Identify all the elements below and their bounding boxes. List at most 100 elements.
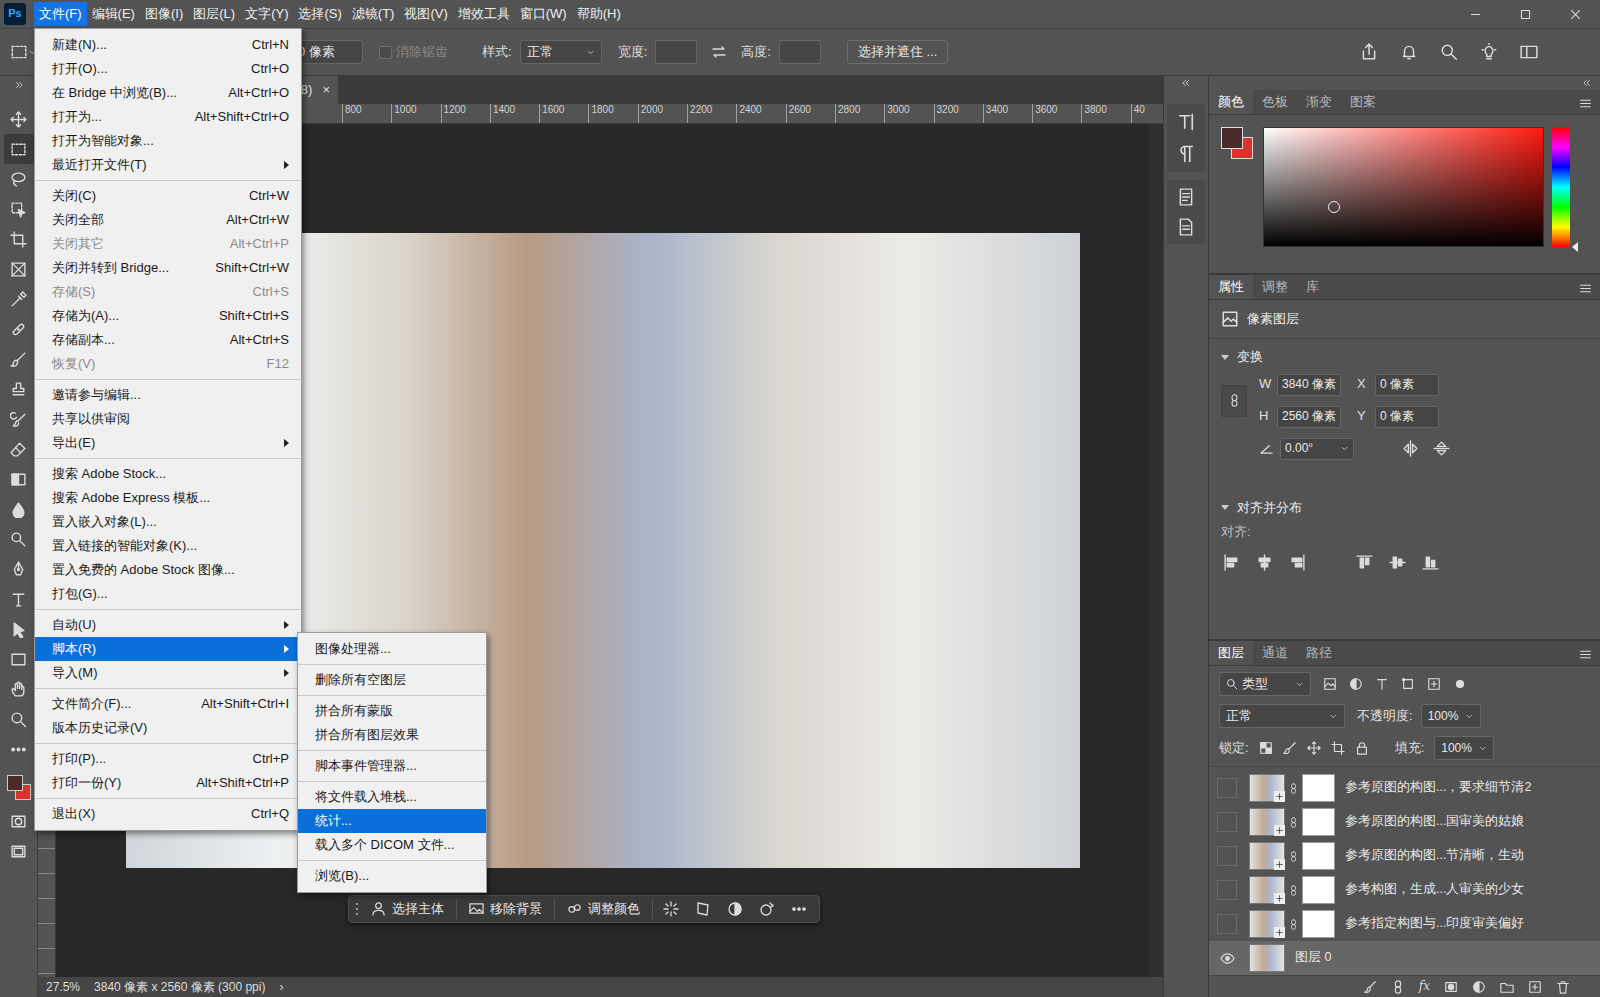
menu-entry[interactable]: 统计... xyxy=(298,809,486,833)
flip-horizontal-icon[interactable] xyxy=(1402,440,1419,457)
tool-button[interactable] xyxy=(4,284,34,314)
dimension-field[interactable]: 0 像素 xyxy=(1375,374,1439,396)
opacity-field[interactable]: 100% xyxy=(1421,704,1481,728)
dimension-field[interactable]: 3840 像素 xyxy=(1277,374,1341,396)
screen-mode-button[interactable] xyxy=(4,836,34,866)
transform-icon[interactable] xyxy=(689,901,717,917)
layer-row[interactable]: 图层 0 xyxy=(1209,941,1600,975)
hue-slider[interactable] xyxy=(1552,127,1570,247)
visibility-toggle[interactable] xyxy=(1217,846,1237,866)
layer-name[interactable]: 图层 0 xyxy=(1295,950,1331,966)
lock-position-icon[interactable] xyxy=(1307,741,1321,755)
menu-title[interactable]: 编辑(E) xyxy=(87,2,140,26)
menu-title[interactable]: 帮助(H) xyxy=(572,2,626,26)
tool-button[interactable] xyxy=(4,674,34,704)
tool-button[interactable] xyxy=(4,584,34,614)
visibility-toggle[interactable] xyxy=(1217,880,1237,900)
layer-mask-thumbnail[interactable] xyxy=(1302,842,1335,870)
visibility-toggle[interactable] xyxy=(1217,812,1237,832)
menu-entry[interactable]: 关闭并转到 Bridge...Shift+Ctrl+W xyxy=(35,256,301,280)
panel-tab[interactable]: 颜色 xyxy=(1209,90,1253,114)
layer-name[interactable]: 参考原图的构图...国审美的姑娘 xyxy=(1345,814,1524,830)
align-header[interactable]: 对齐并分布 xyxy=(1209,460,1600,524)
panel-tab[interactable]: 色板 xyxy=(1253,90,1297,114)
panel-tab[interactable]: 库 xyxy=(1297,275,1328,299)
link-layers-icon[interactable] xyxy=(1391,980,1405,994)
tool-button[interactable] xyxy=(4,494,34,524)
select-mask-button[interactable]: 选择并遮住 ... xyxy=(847,40,948,64)
menu-title[interactable]: 滤镜(T) xyxy=(347,2,400,26)
menu-entry[interactable]: 脚本事件管理器... xyxy=(298,754,486,778)
lock-pixels-icon[interactable] xyxy=(1283,741,1297,755)
menu-title[interactable]: 视图(V) xyxy=(399,2,452,26)
panel-tab[interactable]: 属性 xyxy=(1209,275,1253,299)
menu-entry[interactable]: 置入免费的 Adobe Stock 图像... xyxy=(35,558,301,582)
menu-entry[interactable]: 文件简介(F)...Alt+Shift+Ctrl+I xyxy=(35,692,301,716)
search-icon[interactable] xyxy=(1440,43,1458,61)
color-field[interactable] xyxy=(1263,127,1544,247)
menu-entry[interactable]: 自动(U) xyxy=(35,613,301,637)
color-swatches[interactable] xyxy=(1221,127,1255,161)
tool-button[interactable] xyxy=(4,734,34,764)
menu-entry[interactable]: 浏览(B)... xyxy=(298,864,486,888)
menu-entry[interactable]: 存储为(A)...Shift+Ctrl+S xyxy=(35,304,301,328)
foreground-swatch[interactable] xyxy=(7,775,23,791)
menu-entry[interactable]: 导出(E) xyxy=(35,431,301,455)
filter-toggle-icon[interactable] xyxy=(1453,677,1467,691)
layer-name[interactable]: 参考原图的构图...节清晰，生动 xyxy=(1345,848,1524,864)
tool-button[interactable] xyxy=(4,344,34,374)
foreground-color[interactable] xyxy=(1221,127,1243,149)
tool-button[interactable] xyxy=(4,374,34,404)
tool-button[interactable] xyxy=(4,224,34,254)
menu-entry[interactable]: 最近打开文件(T) xyxy=(35,153,301,177)
contrast-icon[interactable] xyxy=(721,901,749,917)
bell-icon[interactable] xyxy=(1400,43,1418,61)
align-icon[interactable] xyxy=(1289,554,1306,571)
menu-entry[interactable]: 拼合所有蒙版 xyxy=(298,699,486,723)
link-button[interactable] xyxy=(1221,385,1247,417)
layer-mask-thumbnail[interactable] xyxy=(1302,808,1335,836)
share-icon[interactable] xyxy=(1360,43,1378,61)
tool-button[interactable] xyxy=(4,614,34,644)
tool-button[interactable] xyxy=(4,434,34,464)
menu-title[interactable]: 窗口(W) xyxy=(515,2,572,26)
angle-field[interactable]: 0.00° xyxy=(1280,438,1354,460)
menu-entry[interactable]: 打开(O)...Ctrl+O xyxy=(35,57,301,81)
type-filter-icon[interactable] xyxy=(1375,677,1389,691)
tool-button[interactable] xyxy=(4,104,34,134)
layer-row[interactable]: 参考原图的构图...国审美的姑娘 xyxy=(1209,805,1600,839)
layer-row[interactable]: 参考构图，生成...人审美的少女 xyxy=(1209,873,1600,907)
menu-entry[interactable]: 打包(G)... xyxy=(35,582,301,606)
close-icon[interactable] xyxy=(1550,0,1600,28)
history-panel-icon[interactable] xyxy=(1177,182,1195,212)
layer-row[interactable]: 参考指定构图与...印度审美偏好 xyxy=(1209,907,1600,941)
quick-mask-button[interactable] xyxy=(4,806,34,836)
align-icon[interactable] xyxy=(1256,554,1273,571)
menu-entry[interactable]: 存储副本...Alt+Ctrl+S xyxy=(35,328,301,352)
adjustment-filter-icon[interactable] xyxy=(1349,677,1363,691)
menu-entry[interactable]: 关闭全部Alt+Ctrl+W xyxy=(35,208,301,232)
layer-name[interactable]: 参考构图，生成...人审美的少女 xyxy=(1345,882,1524,898)
workspace-icon[interactable] xyxy=(1520,43,1538,61)
layer-name[interactable]: 参考原图的构图...，要求细节清2 xyxy=(1345,780,1531,796)
adjust-icon[interactable] xyxy=(753,901,781,917)
shape-filter-icon[interactable] xyxy=(1401,677,1415,691)
dimension-field[interactable]: 2560 像素 xyxy=(1277,406,1341,428)
adjustment-layer-icon[interactable] xyxy=(1472,980,1486,994)
panel-tab[interactable]: 调整 xyxy=(1253,275,1297,299)
menu-entry[interactable]: 拼合所有图层效果 xyxy=(298,723,486,747)
align-icon[interactable] xyxy=(1223,554,1240,571)
delete-icon[interactable] xyxy=(1556,980,1570,994)
swap-icon[interactable] xyxy=(711,44,727,60)
menu-entry[interactable]: 关闭(C)Ctrl+W xyxy=(35,184,301,208)
layer-mask-thumbnail[interactable] xyxy=(1302,774,1335,802)
mask-link-icon[interactable] xyxy=(1288,851,1299,862)
menu-title[interactable]: 图层(L) xyxy=(188,2,240,26)
blend-mode-dropdown[interactable]: 正常 xyxy=(1219,704,1345,728)
tool-button[interactable] xyxy=(4,404,34,434)
menu-entry[interactable]: 图像处理器... xyxy=(298,637,486,661)
tool-button[interactable] xyxy=(4,164,34,194)
visibility-toggle[interactable] xyxy=(1217,914,1237,934)
menu-entry[interactable]: 打开为智能对象... xyxy=(35,129,301,153)
hue-marker[interactable] xyxy=(1572,242,1578,252)
